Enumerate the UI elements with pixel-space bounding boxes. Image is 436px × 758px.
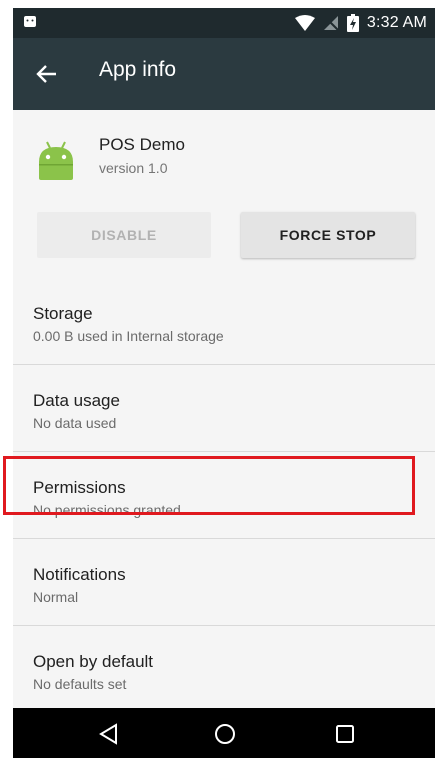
battery-charging-icon [346,14,359,32]
android-notification-icon [24,16,36,27]
settings-item-subtitle: No data used [33,415,117,431]
settings-item-title: Data usage [33,391,120,410]
app-bar: App info [13,38,435,110]
force-stop-button[interactable]: FORCE STOP [241,212,415,258]
app-version: version 1.0 [99,160,168,176]
device-screen: 3:32 AM App info POS Demo version 1.0 DI… [13,8,435,758]
settings-item-title: Open by default [33,652,154,671]
arrow-back-icon[interactable] [33,60,61,88]
settings-item-subtitle: Normal [33,589,79,605]
settings-item-storage[interactable]: Storage 0.00 B used in Internal storage [13,278,435,364]
settings-item-title: Notifications [33,565,126,584]
settings-item-data-usage[interactable]: Data usage No data used [13,365,435,451]
page-title: App info [99,58,177,81]
settings-item-subtitle: No defaults set [33,676,127,692]
app-header: POS Demo version 1.0 [13,110,435,210]
settings-item-subtitle: 0.00 B used in Internal storage [33,328,224,344]
status-bar: 3:32 AM [13,8,435,38]
status-icons: 3:32 AM [294,13,427,33]
app-name: POS Demo [99,135,185,154]
status-time: 3:32 AM [366,14,427,31]
home-circle-icon[interactable] [213,722,237,746]
permissions-highlight-box [3,456,415,515]
disable-button[interactable]: DISABLE [37,212,211,258]
settings-item-open-by-default[interactable]: Open by default No defaults set [13,626,435,712]
android-app-icon [39,141,73,180]
settings-item-title: Storage [33,304,93,323]
back-triangle-icon[interactable] [97,722,121,746]
wifi-icon [294,15,315,31]
recents-square-icon[interactable] [333,722,357,746]
no-sim-icon [323,16,339,31]
settings-item-notifications[interactable]: Notifications Normal [13,539,435,625]
navigation-bar [13,708,435,758]
